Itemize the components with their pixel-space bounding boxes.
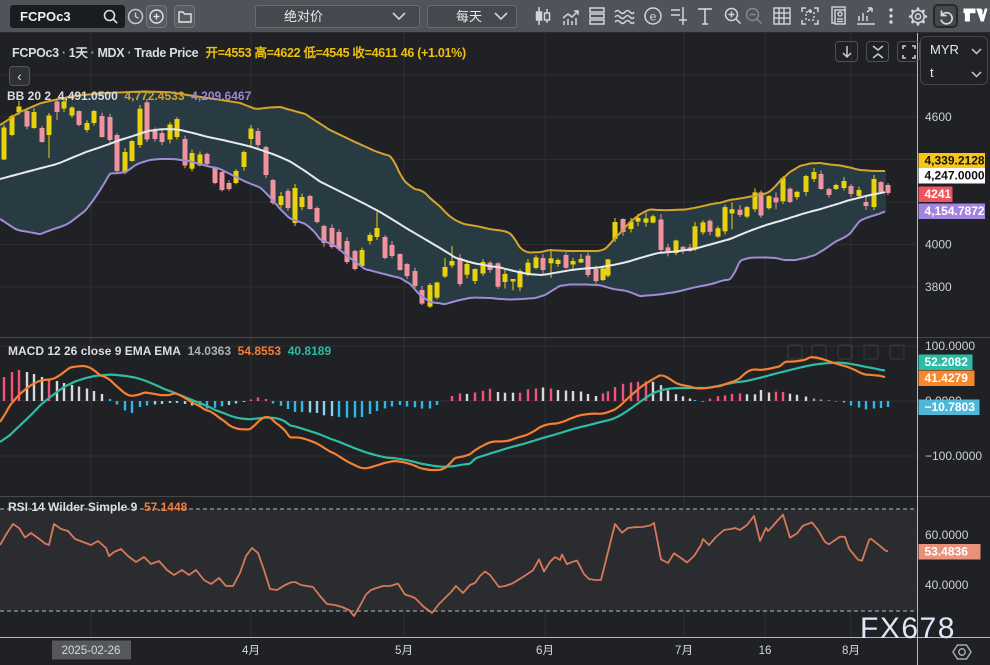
svg-text:4241: 4241 [925,187,952,201]
svg-text:−100.0000: −100.0000 [925,449,982,463]
svg-text:−10.7803: −10.7803 [925,400,976,414]
svg-text:60.0000: 60.0000 [925,528,969,542]
svg-text:40.0000: 40.0000 [925,578,969,592]
svg-text:41.4279: 41.4279 [925,371,969,385]
svg-text:5月: 5月 [395,645,413,657]
svg-text:8月: 8月 [842,645,860,657]
svg-text:e: e [650,10,657,24]
svg-text:4,339.2128: 4,339.2128 [925,154,985,168]
svg-text:2025-02-26: 2025-02-26 [62,645,121,657]
svg-text:100.0000: 100.0000 [925,339,975,353]
svg-text:6月: 6月 [536,645,554,657]
svg-text:4000: 4000 [925,238,952,252]
svg-text:16: 16 [759,645,772,657]
svg-text:4,154.7872: 4,154.7872 [925,204,985,218]
svg-text:4,247.0000: 4,247.0000 [925,169,985,183]
svg-text:7月: 7月 [675,645,693,657]
svg-text:3800: 3800 [925,280,952,294]
svg-text:4600: 4600 [925,110,952,124]
svg-text:4月: 4月 [242,645,260,657]
svg-text:FX678: FX678 [860,612,956,645]
svg-text:52.2082: 52.2082 [925,355,969,369]
svg-text:53.4836: 53.4836 [925,545,969,559]
